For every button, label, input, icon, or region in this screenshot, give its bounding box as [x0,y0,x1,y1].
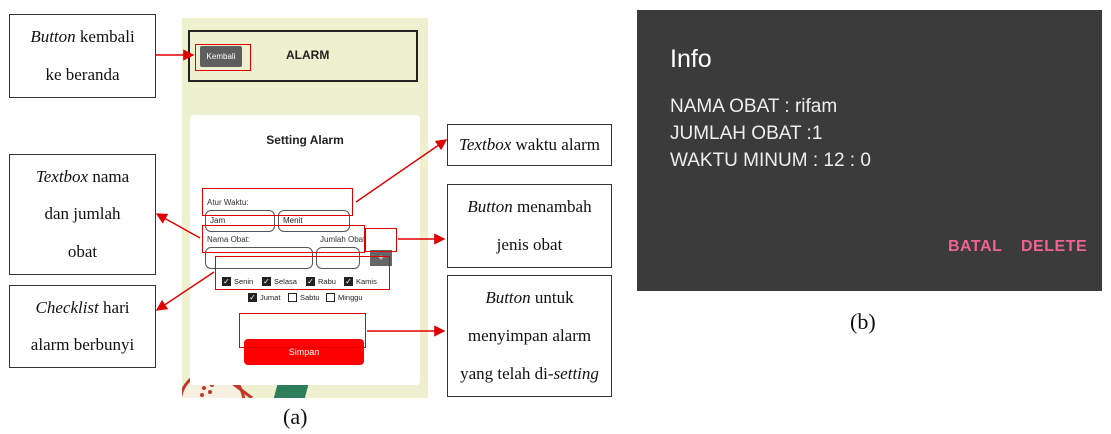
dialog-title: Info [670,45,712,73]
info-dialog: Info NAMA OBAT : rifam JUMLAH OBAT :1 WA… [637,10,1102,291]
cancel-button[interactable]: BATAL [948,238,1002,256]
delete-button[interactable]: DELETE [1021,238,1087,256]
caption-a: (a) [283,404,308,429]
dialog-line-medicine-quantity: JUMLAH OBAT :1 [670,123,823,144]
dialog-line-medicine-name: NAMA OBAT : rifam [670,96,838,117]
dialog-line-time: WAKTU MINUM : 12 : 0 [670,150,871,171]
caption-b: (b) [850,309,876,334]
